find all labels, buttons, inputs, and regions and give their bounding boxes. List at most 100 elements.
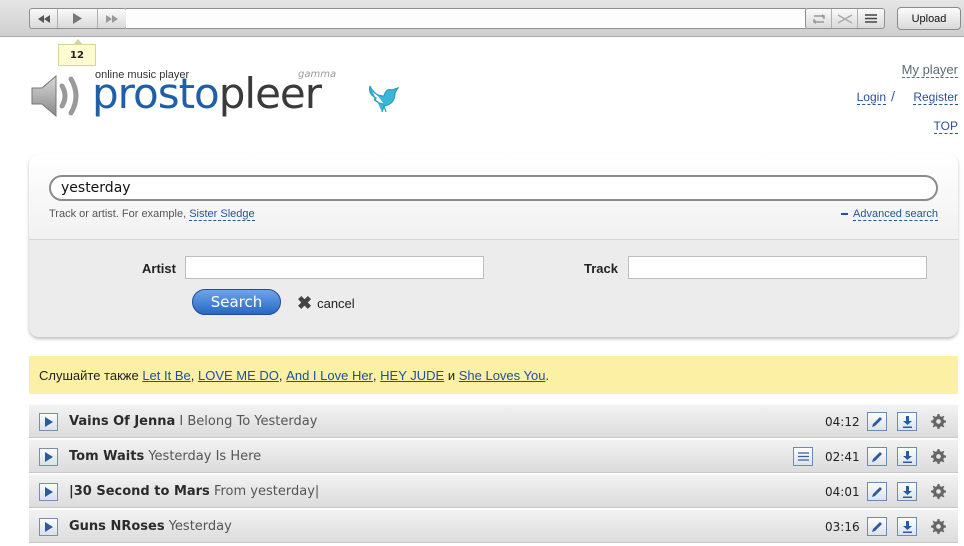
play-icon [73, 13, 82, 24]
gear-icon [930, 448, 946, 464]
track-duration: 04:01 [825, 485, 860, 499]
logo-word-part1: prosto [92, 69, 220, 118]
pencil-icon [872, 451, 882, 462]
suggestion-end: . [545, 367, 550, 383]
my-player-link[interactable]: My player [901, 62, 958, 78]
track-duration: 04:12 [825, 415, 860, 429]
cancel-button[interactable]: ✖ cancel [297, 294, 355, 312]
advanced-search[interactable]: Advanced search [841, 208, 938, 221]
edit-button[interactable] [867, 412, 887, 431]
suggestion-separator: , [372, 367, 377, 383]
next-button[interactable] [98, 9, 126, 28]
play-button[interactable] [58, 9, 98, 28]
progress-track[interactable] [126, 8, 806, 29]
example-link[interactable]: Sister Sledge [189, 208, 255, 221]
lyrics-icon [797, 452, 809, 461]
track-duration: 03:16 [825, 520, 860, 534]
track-play-button[interactable] [39, 413, 58, 431]
gear-icon [930, 483, 946, 499]
previous-button[interactable] [30, 9, 58, 28]
player-bar: Upload [0, 0, 964, 37]
cancel-label: cancel [317, 295, 355, 311]
track-settings-button[interactable] [929, 482, 947, 500]
artist-input[interactable] [185, 256, 484, 279]
login-separator: / [890, 89, 895, 103]
track-name: Vains Of Jenna I Belong To Yesterday [69, 414, 317, 429]
search-hint-text: Track or artist. For example, [49, 208, 187, 220]
track-play-button[interactable] [39, 518, 58, 536]
collapse-dash-icon [841, 213, 848, 216]
repeat-icon [812, 13, 825, 24]
track-name: Tom Waits Yesterday Is Here [69, 449, 261, 464]
advanced-search-link[interactable]: Advanced search [853, 208, 938, 221]
shuffle-icon [837, 13, 852, 24]
track-artist: Tom Waits [69, 449, 145, 464]
logo-wordmark[interactable]: prostopleer [92, 73, 322, 115]
upload-button[interactable]: Upload [897, 7, 961, 30]
track-title: Yesterday [168, 519, 232, 534]
speaker-icon [31, 74, 79, 118]
track-settings-button[interactable] [929, 447, 947, 465]
search-input[interactable] [49, 175, 938, 201]
edit-button[interactable] [867, 482, 887, 501]
play-icon [44, 522, 53, 532]
artist-label: Artist [142, 261, 176, 276]
edit-button[interactable] [867, 447, 887, 466]
search-top-section: Track or artist. For example, Sister Sle… [29, 154, 958, 240]
track-artist: Vains Of Jenna [69, 414, 176, 429]
track-settings-button[interactable] [929, 517, 947, 535]
suggestion-link[interactable]: HEY JUDE [380, 368, 444, 383]
track-play-button[interactable] [39, 448, 58, 466]
track-duration: 02:41 [825, 450, 860, 464]
lyrics-button[interactable] [793, 447, 813, 466]
track-input[interactable] [628, 256, 927, 279]
player-options [805, 8, 885, 29]
track-settings-button[interactable] [929, 412, 947, 430]
track-title: I Belong To Yesterday [179, 414, 318, 429]
suggestion-prefix: Слушайте также [39, 367, 139, 383]
download-button[interactable] [897, 412, 917, 431]
track-title: From yesterday| [213, 484, 320, 499]
track-title: Yesterday Is Here [148, 449, 262, 464]
edit-button[interactable] [867, 517, 887, 536]
download-button[interactable] [897, 517, 917, 536]
suggestion-link[interactable]: She Loves You [459, 368, 546, 383]
suggestion-bar: Слушайте также Let It Be, LOVE ME DO, An… [29, 356, 958, 394]
play-counter-badge: 12 [58, 39, 96, 66]
suggestion-link[interactable]: Let It Be [142, 368, 190, 383]
track-artist: |30 Second to Mars [69, 484, 210, 499]
shuffle-button[interactable] [832, 9, 858, 28]
track-play-button[interactable] [39, 483, 58, 501]
track-row[interactable]: Tom Waits Yesterday Is Here 02:41 [29, 439, 958, 473]
suggestion-separator: , [190, 367, 195, 383]
play-icon [44, 452, 53, 462]
suggestion-link[interactable]: And I Love Her [286, 368, 373, 383]
repeat-button[interactable] [806, 9, 832, 28]
suggestion-separator: , [278, 367, 283, 383]
register-link[interactable]: Register [913, 90, 958, 105]
track-row[interactable]: Vains Of Jenna I Belong To Yesterday 04:1… [29, 404, 958, 438]
download-button[interactable] [897, 447, 917, 466]
download-icon [902, 450, 912, 463]
login-link[interactable]: Login [856, 90, 886, 105]
track-name: |30 Second to Mars From yesterday| [69, 484, 319, 499]
download-icon [902, 520, 912, 533]
search-hint: Track or artist. For example, Sister Sle… [49, 208, 255, 221]
track-row[interactable]: |30 Second to Mars From yesterday| 04:01 [29, 474, 958, 508]
pencil-icon [872, 486, 882, 497]
twitter-bird-icon[interactable] [364, 82, 400, 114]
download-button[interactable] [897, 482, 917, 501]
suggestion-link[interactable]: LOVE ME DO [198, 368, 279, 383]
top-link[interactable]: TOP [933, 119, 958, 134]
playlist-button[interactable] [858, 9, 884, 28]
download-icon [902, 485, 912, 498]
search-panel: Track or artist. For example, Sister Sle… [29, 154, 958, 337]
rewind-icon [37, 14, 50, 23]
download-icon [902, 415, 912, 428]
track-row[interactable]: Guns NRoses Yesterday 03:16 [29, 509, 958, 543]
suggestion-conjunction: и [447, 367, 456, 383]
search-button[interactable]: Search [192, 289, 281, 315]
gear-icon [930, 413, 946, 429]
track-name: Guns NRoses Yesterday [69, 519, 232, 534]
track-artist: Guns NRoses [69, 519, 165, 534]
